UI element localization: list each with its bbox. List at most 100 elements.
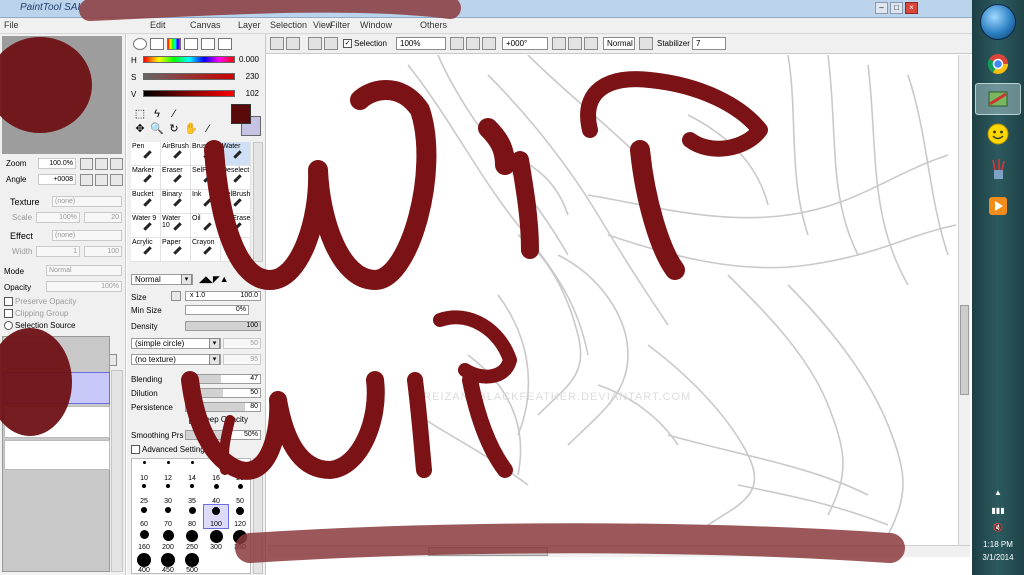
menu-canvas[interactable]: Canvas: [190, 20, 221, 30]
brush-tool-cell[interactable]: Marker: [131, 166, 161, 190]
brush-size-preset[interactable]: 50: [228, 482, 252, 505]
brush-size-preset[interactable]: 20: [228, 459, 252, 482]
brush-size-preset[interactable]: 400: [132, 551, 156, 574]
lasso-icon[interactable]: ϟ: [150, 108, 164, 120]
angle-select[interactable]: +000°: [502, 37, 548, 50]
size-lock-button[interactable]: [171, 291, 181, 301]
clock-date[interactable]: 3/1/2014: [972, 553, 1024, 562]
menu-edit[interactable]: Edit: [150, 20, 166, 30]
rotate-reset-button[interactable]: [110, 174, 123, 186]
layer-item[interactable]: [4, 406, 110, 438]
tray-expand-icon[interactable]: ▲: [972, 488, 1024, 497]
brush-size-preset[interactable]: 160: [132, 528, 156, 551]
zoom-field[interactable]: 100.0%: [38, 158, 76, 169]
menu-view[interactable]: View: [313, 20, 332, 30]
magic-wand-icon[interactable]: ⁄: [167, 108, 181, 120]
brush-size-preset[interactable]: 200: [156, 528, 180, 551]
density-slider[interactable]: 100: [185, 321, 261, 331]
hsv-slider-tab[interactable]: [167, 38, 181, 50]
color-wheel-tab[interactable]: [133, 38, 147, 50]
brush-tool-cell[interactable]: Acrylic: [131, 238, 161, 262]
clock-time[interactable]: 1:18 PM: [972, 540, 1024, 549]
brush-shape-icons[interactable]: ◢◣◤▲: [199, 274, 229, 285]
canvas-vertical-scrollbar[interactable]: [958, 55, 970, 545]
volume-icon[interactable]: 🔇: [972, 523, 1024, 532]
brush-size-preset[interactable]: 10: [132, 459, 156, 482]
brush-tool-cell[interactable]: Pen: [131, 142, 161, 166]
brush-tool-cell[interactable]: Bucket: [131, 190, 161, 214]
rotate-right-button[interactable]: [568, 37, 582, 50]
brush-size-preset[interactable]: 120: [228, 505, 252, 528]
width-field[interactable]: 1: [36, 246, 80, 257]
brush-size-preset[interactable]: 60: [132, 505, 156, 528]
scratchpad-tab[interactable]: [218, 38, 232, 50]
zoom-out-button[interactable]: [450, 37, 464, 50]
zoom-out-button[interactable]: [80, 158, 93, 170]
persistence-slider[interactable]: 80: [185, 402, 261, 412]
selection-source-checkbox[interactable]: Selection Source: [4, 321, 75, 331]
brush-size-preset[interactable]: 70: [156, 505, 180, 528]
brush-tool-cell[interactable]: Crayon: [191, 238, 221, 262]
stabilizer-select[interactable]: 7: [692, 37, 726, 50]
brush-size-preset[interactable]: 100: [203, 504, 229, 529]
invert-selection-button[interactable]: [324, 37, 338, 50]
maximize-button[interactable]: □: [890, 2, 903, 14]
selection-checkbox[interactable]: ✓ Selection: [343, 39, 387, 49]
brush-texture-select[interactable]: (no texture) ▾: [131, 354, 221, 365]
brush-tool-cell[interactable]: SelPen: [191, 166, 221, 190]
brush-tool-cell[interactable]: Water 10: [161, 214, 191, 238]
brush-tool-cell[interactable]: Eraser: [161, 166, 191, 190]
close-button[interactable]: ×: [905, 2, 918, 14]
rect-select-icon[interactable]: ⬚: [133, 108, 147, 120]
hand-tool-icon[interactable]: ✋: [184, 123, 198, 135]
layer-item[interactable]: [4, 440, 110, 470]
size-slider[interactable]: x 1.0 100.0: [185, 291, 261, 301]
blend-mode-select[interactable]: Normal ▾: [131, 274, 193, 285]
hue-slider[interactable]: [143, 56, 235, 63]
zoom-in-button[interactable]: [466, 37, 480, 50]
menu-window[interactable]: Window: [360, 20, 392, 30]
value-slider[interactable]: [143, 90, 235, 97]
blending-slider[interactable]: 47: [185, 374, 261, 384]
rgb-slider-tab[interactable]: [150, 38, 164, 50]
zoom-tool-icon[interactable]: 🔍: [150, 123, 164, 135]
canvas-vscroll-thumb[interactable]: [960, 305, 969, 395]
brush-size-preset[interactable]: 16: [204, 459, 228, 482]
effect-select[interactable]: (none): [52, 230, 122, 241]
layer-mode-select[interactable]: Normal: [46, 265, 122, 276]
saturation-slider[interactable]: [143, 73, 235, 80]
rotate-right-button[interactable]: [95, 174, 108, 186]
navigator-preview[interactable]: [2, 36, 122, 154]
brush-size-preset[interactable]: 40: [204, 482, 228, 505]
brush-grid-scrollbar[interactable]: [253, 142, 263, 262]
brush-texture-number[interactable]: 95: [223, 354, 261, 365]
zoom-fit-button[interactable]: [482, 37, 496, 50]
brush-size-preset[interactable]: 14: [180, 459, 204, 482]
brush-size-scrollbar[interactable]: [253, 458, 263, 574]
dilution-slider[interactable]: 50: [185, 388, 261, 398]
view-mode-select[interactable]: Normal: [603, 37, 635, 50]
chrome-icon[interactable]: [975, 48, 1021, 80]
clipping-group-checkbox[interactable]: Clipping Group: [4, 309, 68, 319]
brush-size-preset[interactable]: 80: [180, 505, 204, 528]
brush-tool-cell[interactable]: SelErase: [221, 214, 251, 238]
layer-scrollbar[interactable]: [111, 370, 123, 572]
brush-size-preset[interactable]: 450: [156, 551, 180, 574]
eyedropper-icon[interactable]: ⁄: [201, 123, 215, 135]
menu-layer[interactable]: Layer: [238, 20, 261, 30]
scale-number[interactable]: 20: [84, 212, 122, 223]
rotate-reset-button[interactable]: [584, 37, 598, 50]
advanced-settings-checkbox[interactable]: Advanced Settings: [131, 445, 209, 455]
undo-button[interactable]: [270, 37, 284, 50]
brush-tool-cell[interactable]: Water 9: [131, 214, 161, 238]
rotate-tool-icon[interactable]: ↻: [167, 123, 181, 135]
media-player-icon[interactable]: [975, 190, 1021, 222]
smiley-icon[interactable]: [975, 118, 1021, 150]
texture-select[interactable]: (none): [52, 196, 122, 207]
brush-tool-cell[interactable]: Brush: [191, 142, 221, 166]
zoom-reset-button[interactable]: [110, 158, 123, 170]
start-button[interactable]: [980, 4, 1016, 40]
redo-button[interactable]: [286, 37, 300, 50]
flip-horizontal-button[interactable]: [639, 37, 653, 50]
zoom-select[interactable]: 100%: [396, 37, 446, 50]
